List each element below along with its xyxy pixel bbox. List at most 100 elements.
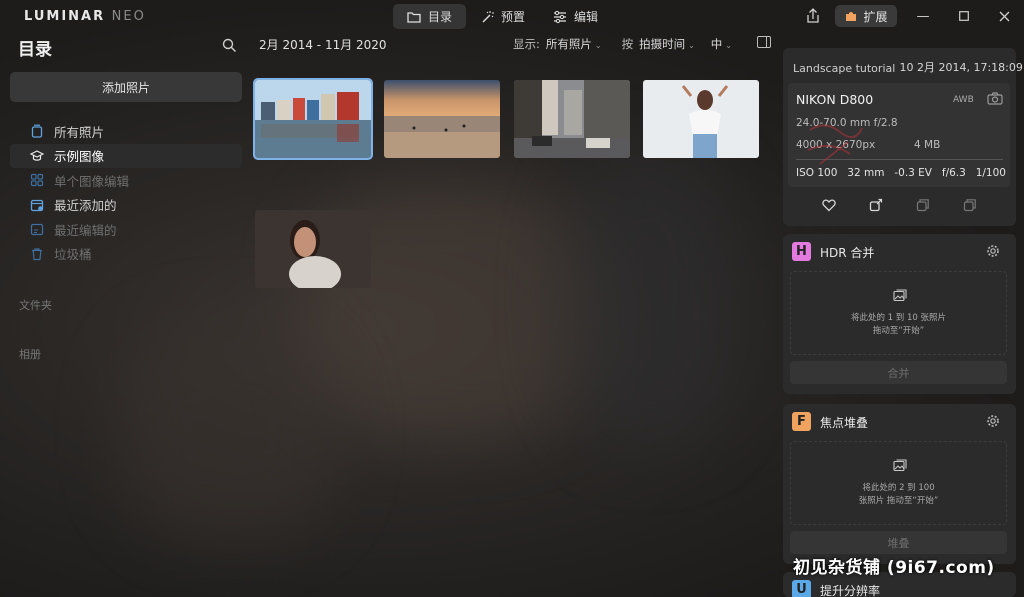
close-button[interactable] — [996, 8, 1012, 24]
app-logo: LUMINAR NEO — [24, 9, 146, 24]
photos-icon — [31, 124, 43, 138]
folders-section-label[interactable]: 文件夹 — [19, 297, 52, 313]
hdr-merge-title: HDR 合并 — [820, 246, 875, 260]
stack-button[interactable]: 堆叠 — [790, 531, 1007, 554]
sliders-icon — [554, 10, 567, 23]
photo-thumbnail[interactable] — [253, 78, 373, 160]
minimize-button[interactable]: — — [915, 8, 931, 24]
upscale-title: 提升分辨率 — [820, 584, 881, 597]
graduation-cap-icon — [30, 150, 44, 161]
sort-dropdown[interactable]: 拍摄时间 ⌄ — [639, 36, 695, 52]
tab-edit[interactable]: 编辑 — [539, 4, 612, 29]
focus-stacking-icon: F — [792, 412, 811, 431]
sidebar-item-label: 最近编辑的 — [54, 222, 117, 238]
tab-catalog-label: 目录 — [428, 10, 453, 24]
export-icon[interactable] — [869, 198, 883, 212]
photo-thumbnail[interactable] — [255, 210, 371, 288]
heart-icon[interactable] — [821, 198, 836, 212]
aperture-value: f/6.3 — [941, 167, 966, 179]
photo-thumbnail[interactable] — [514, 80, 630, 158]
sidebar-item-single-image-edits[interactable]: 单个图像编辑 — [10, 168, 242, 193]
hdr-merge-icon: H — [792, 242, 811, 261]
upscale-icon: U — [792, 580, 811, 597]
puzzle-icon — [846, 12, 857, 21]
left-sidebar: 目录 添加照片 所有照片 示例图像 单个图像编辑 最近添加的 最近编辑的 垃圾桶… — [0, 32, 252, 597]
photo-thumbnail[interactable] — [384, 80, 500, 158]
focus-stacking-title: 焦点堆叠 — [820, 416, 869, 430]
extensions-label: 扩展 — [863, 9, 888, 24]
shutter-value: 1/100 — [975, 167, 1006, 179]
focus-stacking-card: F 焦点堆叠 将此处的 2 到 100 张照片 拖动至“开始” 堆叠 — [783, 404, 1016, 564]
maximize-button[interactable] — [956, 8, 972, 24]
photo-thumbnail[interactable] — [643, 80, 759, 158]
thumbnail-portrait-woman-white — [643, 80, 759, 158]
panel-toggle-icon[interactable] — [757, 36, 771, 48]
catalog-nav: 所有照片 示例图像 单个图像编辑 最近添加的 最近编辑的 垃圾桶 — [10, 119, 242, 266]
sort-label: 按 — [621, 37, 634, 51]
image-date: 10 2月 2014, 17:18:09 — [899, 61, 1023, 74]
sidebar-item-all-photos[interactable]: 所有照片 — [10, 119, 242, 144]
albums-section-label[interactable]: 相册 — [19, 346, 41, 362]
date-range: 2月 2014 - 11月 2020 — [259, 38, 387, 52]
copy-icon[interactable] — [916, 198, 930, 212]
extensions-button[interactable]: 扩展 — [835, 5, 897, 27]
sidebar-item-label: 所有照片 — [54, 124, 105, 140]
photos-stack-icon — [893, 459, 907, 472]
focus-drop-zone[interactable]: 将此处的 2 到 100 张照片 拖动至“开始” — [790, 441, 1007, 525]
sidebar-item-sample-images[interactable]: 示例图像 — [10, 143, 242, 168]
hdr-drop-text-1: 将此处的 1 到 10 张照片 — [850, 313, 947, 323]
gear-icon[interactable] — [986, 244, 1000, 258]
focus-drop-text-1: 将此处的 2 到 100 — [862, 483, 935, 493]
thumbnail-city-street — [514, 80, 630, 158]
chevron-down-icon: ⌄ — [688, 41, 695, 50]
show-filter-label: 显示: — [513, 37, 540, 51]
camera-icon — [987, 92, 1003, 105]
white-balance: AWB — [953, 95, 974, 105]
sidebar-item-trash[interactable]: 垃圾桶 — [10, 242, 242, 267]
image-actions — [783, 198, 1016, 212]
thumbnail-harbor-houses — [255, 80, 371, 158]
show-filter-value: 所有照片 — [545, 37, 592, 51]
sidebar-item-recently-added[interactable]: 最近添加的 — [10, 193, 242, 218]
search-icon[interactable] — [222, 38, 237, 53]
photos-stack-icon — [893, 289, 907, 302]
tab-presets[interactable]: 预置 — [466, 4, 539, 29]
image-info-header: Landscape tutorial 10 2月 2014, 17:18:09 — [793, 59, 1023, 75]
hdr-drop-zone[interactable]: 将此处的 1 到 10 张照片 拖动至“开始” — [790, 271, 1007, 355]
trash-icon — [32, 248, 42, 260]
thumbnail-beach-sunset — [384, 80, 500, 158]
duplicate-icon[interactable] — [963, 198, 977, 212]
exposure-value: -0.3 EV — [894, 167, 932, 179]
sidebar-item-label: 单个图像编辑 — [54, 173, 130, 189]
site-watermark: 初见杂货铺 (9i67.com) — [793, 558, 995, 578]
show-filter-dropdown[interactable]: 所有照片 ⌄ — [546, 36, 602, 52]
add-photos-button[interactable]: 添加照片 — [10, 72, 242, 102]
thumbnail-portrait-woman-dark — [255, 210, 371, 288]
grid-icon — [30, 174, 44, 187]
sidebar-item-recently-edited[interactable]: 最近编辑的 — [10, 217, 242, 242]
chevron-down-icon: ⌄ — [725, 41, 732, 50]
sidebar-item-label: 最近添加的 — [54, 198, 117, 214]
focus-drop-text-2: 张照片 拖动至“开始” — [858, 496, 939, 506]
gallery-toolbar: 显示: 所有照片 ⌄ 按 拍摄时间 ⌄ 中 ⌄ — [513, 36, 732, 52]
calendar-edit-icon — [30, 224, 44, 236]
tab-edit-label: 编辑 — [574, 10, 599, 24]
mode-switcher: 目录 预置 编辑 — [393, 4, 612, 29]
magic-wand-icon — [482, 10, 495, 22]
page-title: 目录 — [18, 40, 52, 60]
chevron-down-icon: ⌄ — [594, 41, 602, 50]
file-size: 4 MB — [914, 139, 941, 151]
sort-value: 拍摄时间 — [639, 37, 686, 51]
thumb-size-value: 中 — [710, 37, 723, 51]
share-icon[interactable] — [804, 7, 822, 25]
tab-catalog[interactable]: 目录 — [393, 4, 467, 29]
camera-model: NIKON D800 — [796, 92, 874, 107]
gear-icon[interactable] — [986, 414, 1000, 428]
hdr-drop-text-2: 拖动至“开始” — [872, 326, 925, 336]
title-bar: LUMINAR NEO 目录 预置 编辑 扩展 — — [0, 0, 1024, 32]
thumb-size-dropdown[interactable]: 中 ⌄ — [711, 36, 732, 52]
red-stamp-mark — [807, 124, 863, 165]
merge-button[interactable]: 合并 — [790, 361, 1007, 384]
image-filename: Landscape tutorial — [793, 62, 896, 75]
sidebar-item-label: 示例图像 — [54, 149, 105, 165]
